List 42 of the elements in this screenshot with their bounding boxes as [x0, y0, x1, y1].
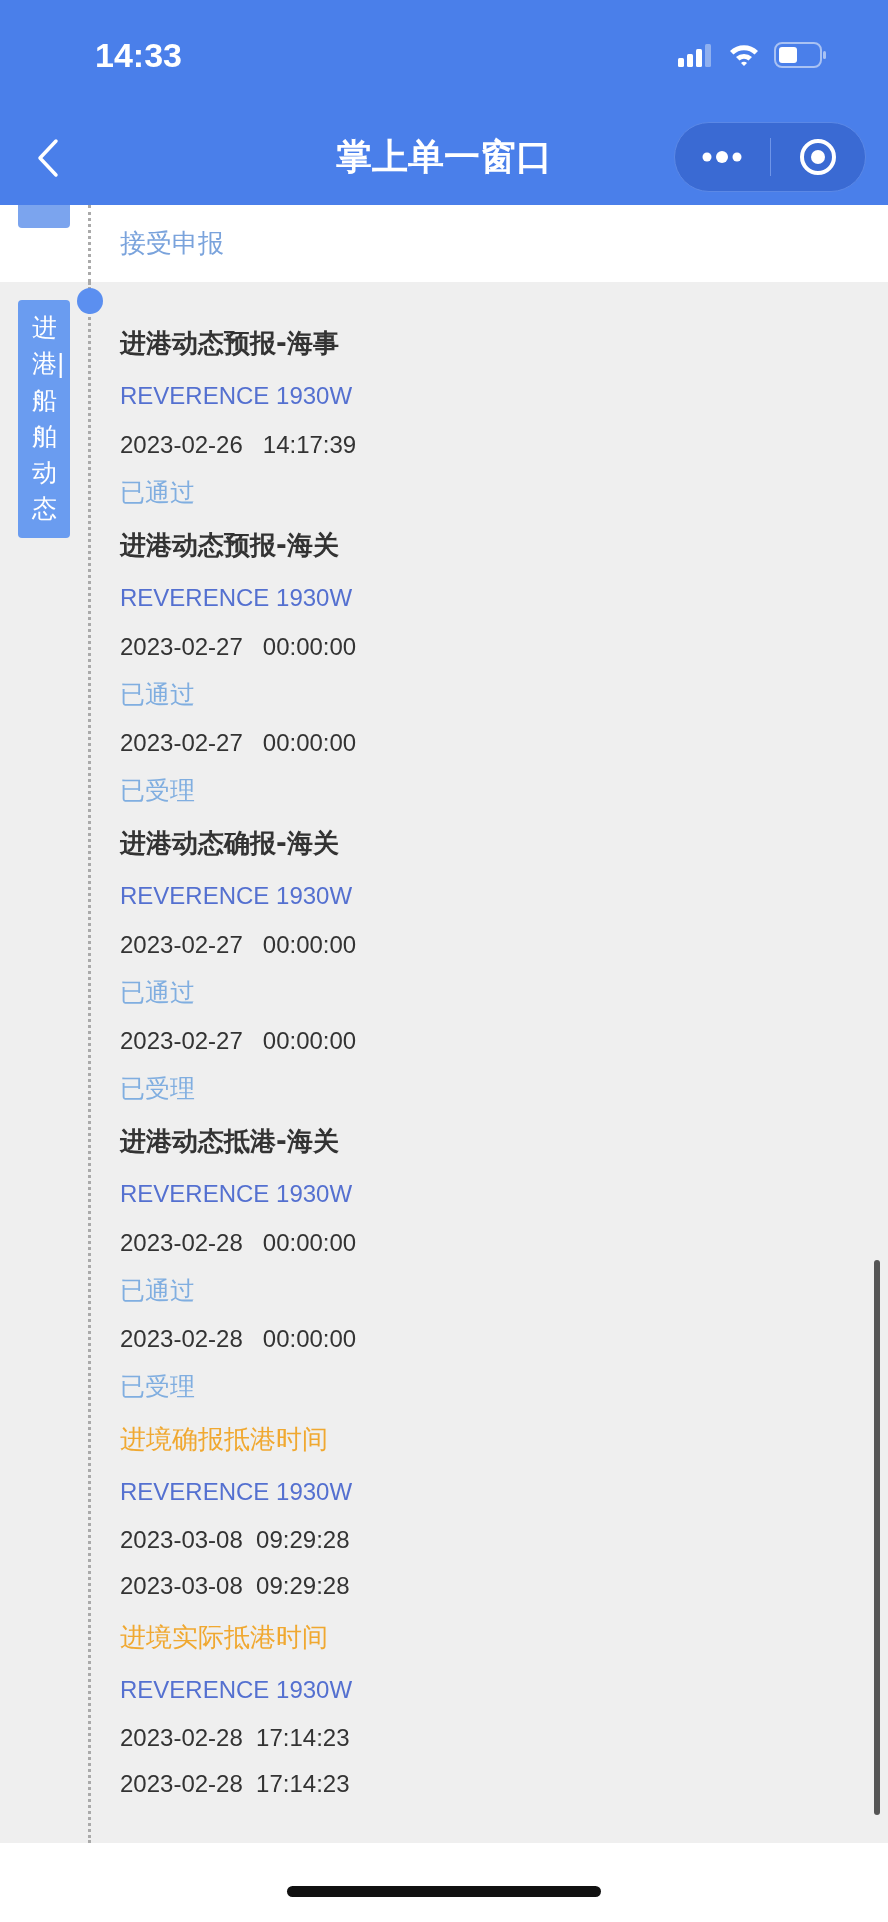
timestamp: 2023-02-27 00:00:00: [120, 930, 358, 960]
timestamp: 2023-02-28 00:00:00: [120, 1228, 358, 1258]
item-title: 进港动态抵港-海关: [120, 1125, 340, 1158]
timestamp: 2023-02-26 14:17:39: [120, 430, 358, 460]
timestamp: 2023-02-27 00:00:00: [120, 632, 358, 662]
timestamp: 2023-02-28 17:14:23: [120, 1769, 351, 1799]
timestamp: 2023-02-27 00:00:00: [120, 728, 358, 758]
category-tag: 进港|船舶动态: [18, 300, 70, 538]
item-title: 进港动态预报-海关: [120, 529, 340, 562]
status-text: 已受理: [120, 1371, 196, 1403]
timestamp: 2023-03-08 09:29:28: [120, 1525, 351, 1555]
ship-name: REVERENCE 1930W: [120, 1477, 354, 1507]
status-text: 已通过: [120, 977, 196, 1009]
timestamp: 2023-02-28 17:14:23: [120, 1723, 351, 1753]
ship-name: REVERENCE 1930W: [120, 881, 354, 911]
status-text: 已通过: [120, 679, 196, 711]
category-tag: [18, 205, 70, 228]
ship-name: REVERENCE 1930W: [120, 381, 354, 411]
status-text: 已通过: [120, 1275, 196, 1307]
battery-icon: [774, 42, 828, 68]
more-icon[interactable]: [702, 151, 743, 163]
status-text: 已通过: [120, 477, 196, 509]
ship-name: REVERENCE 1930W: [120, 1179, 354, 1209]
status-text: 已受理: [120, 1073, 196, 1105]
timeline-dot: [77, 288, 103, 314]
step-label: 接受申报: [120, 227, 224, 260]
back-icon[interactable]: [36, 137, 60, 178]
timestamp: 2023-03-08 09:29:28: [120, 1571, 351, 1601]
timestamp: 2023-02-28 00:00:00: [120, 1324, 358, 1354]
page-title: 掌上单一窗口: [336, 136, 552, 177]
status-text: 已受理: [120, 775, 196, 807]
signal-icon: [678, 43, 714, 67]
scrollbar[interactable]: [874, 1260, 880, 1815]
status-time: 14:33: [95, 35, 183, 75]
item-title: 进境实际抵港时间: [120, 1621, 329, 1654]
wifi-icon: [728, 43, 760, 67]
item-title: 进境确报抵港时间: [120, 1423, 329, 1456]
timestamp: 2023-02-27 00:00:00: [120, 1026, 358, 1056]
item-title: 进港动态确报-海关: [120, 827, 340, 860]
ship-name: REVERENCE 1930W: [120, 583, 354, 613]
item-title: 进港动态预报-海事: [120, 327, 340, 360]
ship-name: REVERENCE 1930W: [120, 1675, 354, 1705]
